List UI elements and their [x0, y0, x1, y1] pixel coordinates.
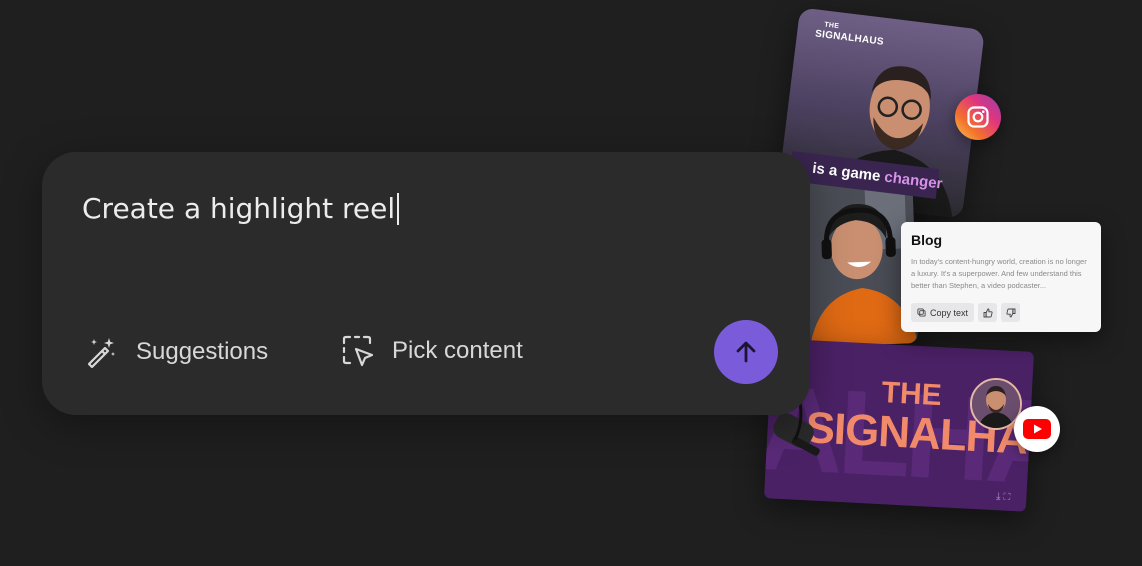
- suggestions-label: Suggestions: [136, 338, 269, 365]
- thumbnail-the: THE: [880, 376, 943, 413]
- copy-text-label: Copy text: [930, 307, 969, 318]
- text-caret: [397, 193, 400, 225]
- prompt-input[interactable]: Create a highlight reel: [82, 192, 400, 226]
- prompt-panel: Create a highlight reel Suggestions Pick…: [42, 152, 810, 415]
- thumbs-up-button[interactable]: [978, 303, 998, 322]
- thumbnail-controls-icon: ⤓ ⛶: [995, 491, 1011, 503]
- send-button[interactable]: [714, 320, 778, 384]
- thumbs-down-button[interactable]: [1001, 303, 1021, 322]
- blog-actions: Copy text: [911, 303, 1021, 322]
- magic-wand-icon: [87, 338, 115, 369]
- blog-card: Blog In today's content-hungry world, cr…: [901, 222, 1101, 332]
- copy-text-button[interactable]: Copy text: [911, 303, 975, 322]
- pick-cursor-icon: [342, 335, 374, 367]
- copy-icon: [917, 308, 926, 317]
- pick-content-button[interactable]: Pick content: [342, 335, 523, 367]
- suggestions-button[interactable]: Suggestions: [84, 335, 268, 369]
- youtube-icon: [1014, 406, 1060, 452]
- arrow-up-icon: [736, 341, 756, 363]
- blog-title: Blog: [911, 232, 943, 248]
- prompt-text: Create a highlight reel: [82, 192, 396, 225]
- thumbs-down-icon: [1005, 308, 1015, 317]
- blog-excerpt: In today's content-hungry world, creatio…: [911, 257, 1087, 290]
- instagram-icon: [955, 94, 1001, 140]
- thumbs-up-icon: [983, 308, 993, 317]
- pick-content-label: Pick content: [392, 337, 523, 364]
